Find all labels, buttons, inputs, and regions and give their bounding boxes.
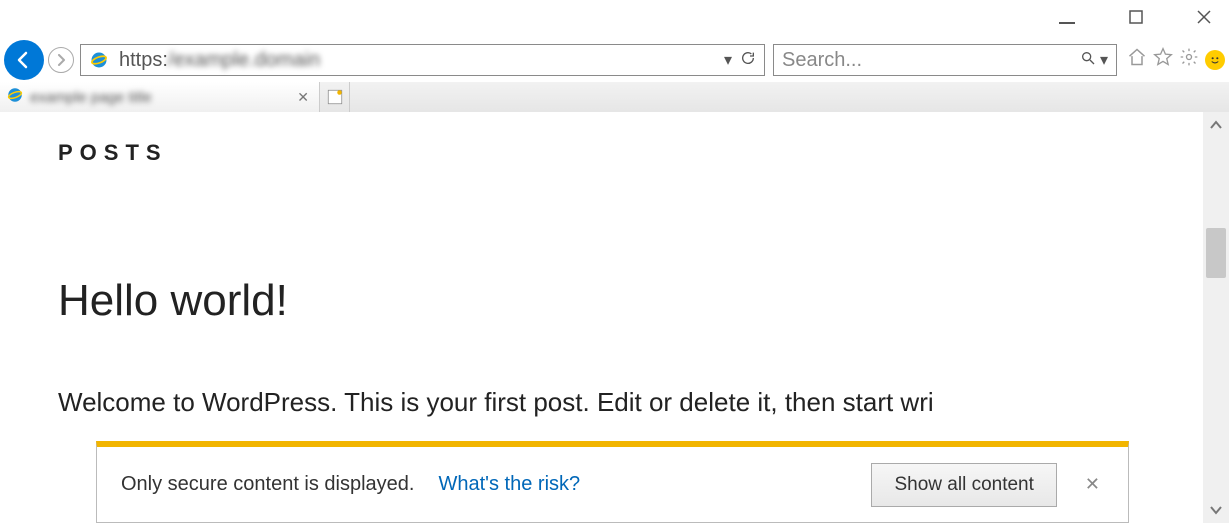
settings-gear-icon[interactable] <box>1179 47 1199 73</box>
home-icon[interactable] <box>1127 47 1147 73</box>
ie-logo-icon <box>85 46 113 74</box>
back-button[interactable] <box>4 40 44 80</box>
section-heading-posts: POSTS <box>58 140 1199 166</box>
tab-favicon-ie-icon <box>6 86 24 109</box>
tab-close-button[interactable]: ✕ <box>293 89 313 106</box>
scroll-up-arrow-icon[interactable] <box>1203 112 1229 138</box>
search-icon[interactable] <box>1080 50 1096 71</box>
browser-tab[interactable]: example page title ✕ <box>0 82 320 112</box>
scroll-track[interactable] <box>1203 138 1229 497</box>
vertical-scrollbar[interactable] <box>1203 112 1229 523</box>
search-bar[interactable]: Search... ▾ <box>773 44 1117 76</box>
dropdown-icon[interactable]: ▾ <box>724 50 732 70</box>
forward-button <box>48 47 74 73</box>
post-title[interactable]: Hello world! <box>58 276 1199 326</box>
scroll-down-arrow-icon[interactable] <box>1203 497 1229 523</box>
security-notification-bar: Only secure content is displayed. What's… <box>96 441 1129 523</box>
scroll-thumb[interactable] <box>1206 228 1226 278</box>
address-bar[interactable]: https: /example.domain ▾ <box>80 44 765 76</box>
minimize-button[interactable] <box>1059 8 1075 29</box>
maximize-button[interactable] <box>1129 8 1143 29</box>
notification-risk-link[interactable]: What's the risk? <box>439 473 581 496</box>
url-scheme: https: <box>119 49 168 72</box>
close-window-button[interactable] <box>1197 8 1211 29</box>
new-tab-button[interactable] <box>320 82 350 112</box>
search-dropdown-icon[interactable]: ▾ <box>1100 50 1108 70</box>
notification-close-button[interactable]: ✕ <box>1081 474 1104 495</box>
refresh-icon[interactable] <box>740 50 756 71</box>
tab-bar: example page title ✕ <box>0 82 1229 112</box>
tab-title-obscured: example page title <box>30 89 287 106</box>
notification-message: Only secure content is displayed. <box>121 473 415 496</box>
feedback-smiley-icon[interactable] <box>1205 50 1225 70</box>
search-placeholder: Search... <box>782 49 1080 72</box>
post-body: Welcome to WordPress. This is your first… <box>58 382 1138 424</box>
show-all-content-button[interactable]: Show all content <box>871 463 1056 507</box>
toolbar: https: /example.domain ▾ Search... ▾ <box>0 40 1229 80</box>
url-obscured: /example.domain <box>168 49 320 72</box>
favorites-icon[interactable] <box>1153 47 1173 73</box>
